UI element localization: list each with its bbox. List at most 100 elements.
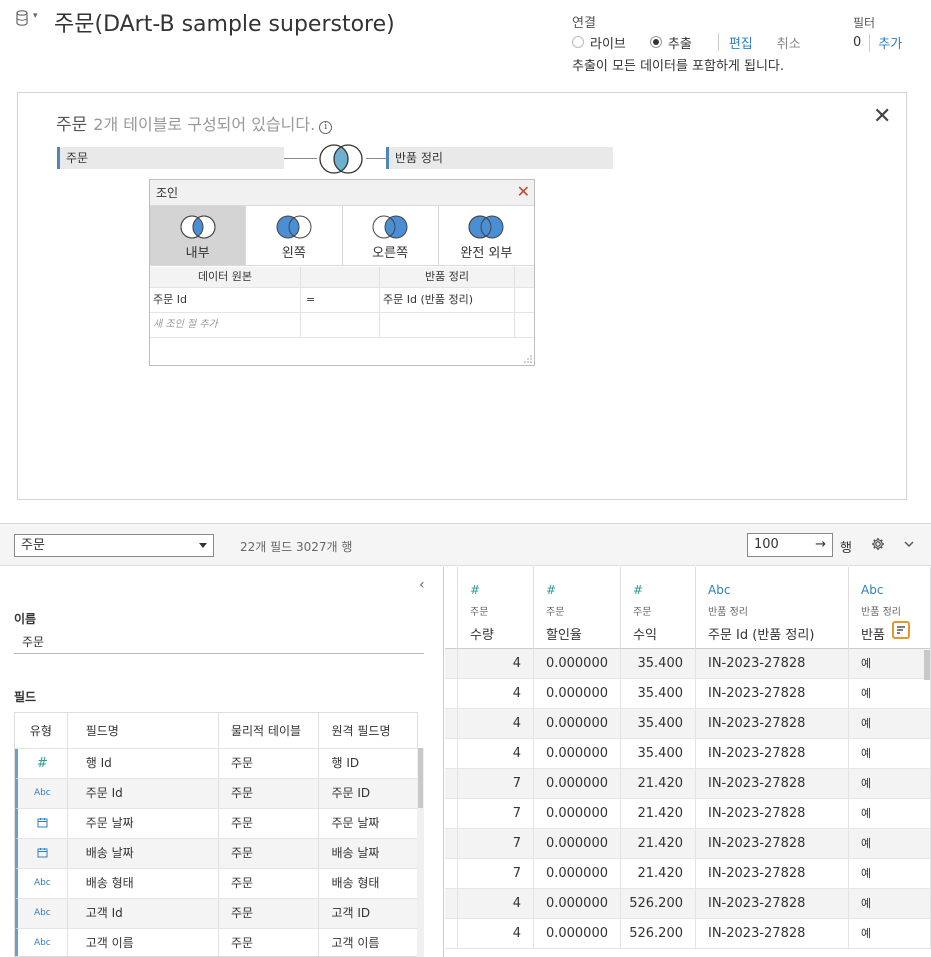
table-select[interactable]: 주문	[14, 534, 214, 557]
close-icon[interactable]: ✕	[517, 180, 530, 204]
table-row[interactable]: 4 0.000000 35.400 IN-2023-27828 예	[445, 709, 931, 739]
table-cell[interactable]: 526.200	[621, 889, 696, 919]
field-name[interactable]: 주문 날짜	[68, 809, 219, 838]
table-cell[interactable]: 0.000000	[534, 739, 621, 769]
table-row[interactable]: 7 0.000000 21.420 IN-2023-27828 예	[445, 799, 931, 829]
string-type-icon[interactable]: Abc	[18, 929, 68, 956]
extract-radio[interactable]	[649, 36, 662, 48]
table-cell[interactable]: 0.000000	[534, 709, 621, 739]
table-cell[interactable]: 0.000000	[534, 829, 621, 859]
gear-icon[interactable]	[871, 537, 885, 551]
table-cell[interactable]: 예	[849, 769, 931, 799]
column-name[interactable]: 수량	[470, 624, 494, 643]
apply-arrow-icon[interactable]: →	[815, 534, 826, 556]
table-cell[interactable]: 예	[849, 739, 931, 769]
table-cell[interactable]: 4	[458, 739, 534, 769]
scrollbar-thumb[interactable]	[418, 748, 423, 808]
left-table-pill[interactable]: 주문	[57, 147, 284, 169]
table-cell[interactable]: 526.200	[621, 919, 696, 949]
table-cell[interactable]: 4	[458, 709, 534, 739]
field-row[interactable]: 주문 날짜 주문 주문 날짜	[15, 809, 417, 839]
scrollbar-thumb[interactable]	[924, 650, 930, 680]
table-cell[interactable]: IN-2023-27828	[696, 769, 849, 799]
join-clause-right[interactable]: 주문 Id (반품 정리)	[380, 288, 515, 312]
chevron-down-icon[interactable]	[903, 539, 915, 549]
table-cell[interactable]: 7	[458, 769, 534, 799]
field-name[interactable]: 고객 Id	[68, 899, 219, 928]
field-row[interactable]: Abc 배송 형태 주문 배송 형태	[15, 869, 417, 899]
table-cell[interactable]: 예	[849, 709, 931, 739]
table-cell[interactable]: IN-2023-27828	[696, 709, 849, 739]
table-cell[interactable]: 0.000000	[534, 769, 621, 799]
column-header[interactable]: # 주문 수익	[621, 567, 696, 649]
table-cell[interactable]: 예	[849, 889, 931, 919]
table-cell[interactable]: IN-2023-27828	[696, 739, 849, 769]
close-icon[interactable]: ✕	[873, 106, 891, 128]
table-row[interactable]: 4 0.000000 526.200 IN-2023-27828 예	[445, 889, 931, 919]
add-join-clause[interactable]: 새 조인 절 추가	[150, 313, 301, 337]
extract-label[interactable]: 추출	[668, 33, 692, 52]
column-header[interactable]: # 주문 할인율	[534, 567, 621, 649]
table-cell[interactable]: IN-2023-27828	[696, 679, 849, 709]
column-header[interactable]: Abc 반품 정리 주문 Id (반품 정리)	[696, 567, 849, 649]
table-cell[interactable]: 예	[849, 649, 931, 679]
column-header[interactable]: Abc 반품 정리 반품	[849, 567, 931, 649]
table-cell[interactable]: 예	[849, 919, 931, 949]
col-header-field-name[interactable]: 필드명	[68, 713, 219, 748]
datasource-icon[interactable]	[16, 10, 28, 26]
join-clause-operator[interactable]: =	[301, 288, 380, 312]
table-cell[interactable]: 7	[458, 859, 534, 889]
field-row[interactable]: Abc 주문 Id 주문 주문 ID	[15, 779, 417, 809]
table-cell[interactable]: 예	[849, 829, 931, 859]
join-add-clause-row[interactable]: 새 조인 절 추가	[150, 313, 534, 338]
table-cell[interactable]: 0.000000	[534, 889, 621, 919]
table-row[interactable]: 4 0.000000 526.200 IN-2023-27828 예	[445, 919, 931, 949]
table-cell[interactable]: 0.000000	[534, 859, 621, 889]
datasource-menu-caret-icon[interactable]: ▾	[33, 11, 38, 21]
right-table-pill[interactable]: 반품 정리	[386, 147, 613, 169]
filter-add-link[interactable]: 추가	[878, 33, 902, 52]
inner-join-icon[interactable]	[316, 144, 366, 174]
table-row[interactable]: 4 0.000000 35.400 IN-2023-27828 예	[445, 649, 931, 679]
collapse-pane-icon[interactable]: ‹	[419, 577, 425, 593]
sort-icon[interactable]	[892, 621, 910, 639]
string-type-icon[interactable]: Abc	[18, 869, 68, 898]
column-name[interactable]: 할인율	[546, 624, 582, 643]
table-cell[interactable]: 21.420	[621, 799, 696, 829]
table-cell[interactable]: 4	[458, 889, 534, 919]
number-type-icon[interactable]: #	[633, 583, 643, 597]
table-cell[interactable]: 35.400	[621, 739, 696, 769]
table-cell[interactable]: 35.400	[621, 709, 696, 739]
resize-grip-icon[interactable]	[524, 355, 532, 363]
join-type-left[interactable]: 왼쪽	[246, 206, 343, 265]
date-type-icon[interactable]	[18, 839, 68, 868]
table-cell[interactable]: IN-2023-27828	[696, 829, 849, 859]
table-row[interactable]: 7 0.000000 21.420 IN-2023-27828 예	[445, 769, 931, 799]
info-icon[interactable]: i	[319, 121, 333, 134]
field-name[interactable]: 배송 형태	[68, 869, 219, 898]
datasource-title[interactable]: 주문(DArt-B sample superstore)	[54, 6, 395, 38]
col-header-type[interactable]: 유형	[15, 713, 68, 748]
field-row[interactable]: Abc 고객 Id 주문 고객 ID	[15, 899, 417, 929]
col-header-remote-field[interactable]: 원격 필드명	[319, 713, 417, 748]
field-row[interactable]: Abc 고객 이름 주문 고객 이름	[15, 929, 417, 956]
join-type-full-outer[interactable]: 완전 외부	[439, 206, 534, 265]
table-cell[interactable]: 21.420	[621, 769, 696, 799]
table-row[interactable]: 4 0.000000 35.400 IN-2023-27828 예	[445, 739, 931, 769]
table-cell[interactable]: 35.400	[621, 649, 696, 679]
table-row[interactable]: 7 0.000000 21.420 IN-2023-27828 예	[445, 859, 931, 889]
number-type-icon[interactable]: #	[18, 749, 68, 778]
field-name[interactable]: 배송 날짜	[68, 839, 219, 868]
table-cell[interactable]: 21.420	[621, 829, 696, 859]
number-type-icon[interactable]: #	[546, 583, 556, 597]
table-cell[interactable]: 0.000000	[534, 679, 621, 709]
column-header[interactable]: # 주문 수량	[458, 567, 534, 649]
table-cell[interactable]: IN-2023-27828	[696, 799, 849, 829]
column-name[interactable]: 반품	[861, 624, 885, 643]
table-cell[interactable]: 예	[849, 799, 931, 829]
join-type-right[interactable]: 오른쪽	[343, 206, 439, 265]
table-cell[interactable]: 0.000000	[534, 649, 621, 679]
table-cell[interactable]: 35.400	[621, 679, 696, 709]
field-row[interactable]: # 행 Id 주문 행 ID	[15, 749, 417, 779]
table-cell[interactable]: 0.000000	[534, 799, 621, 829]
